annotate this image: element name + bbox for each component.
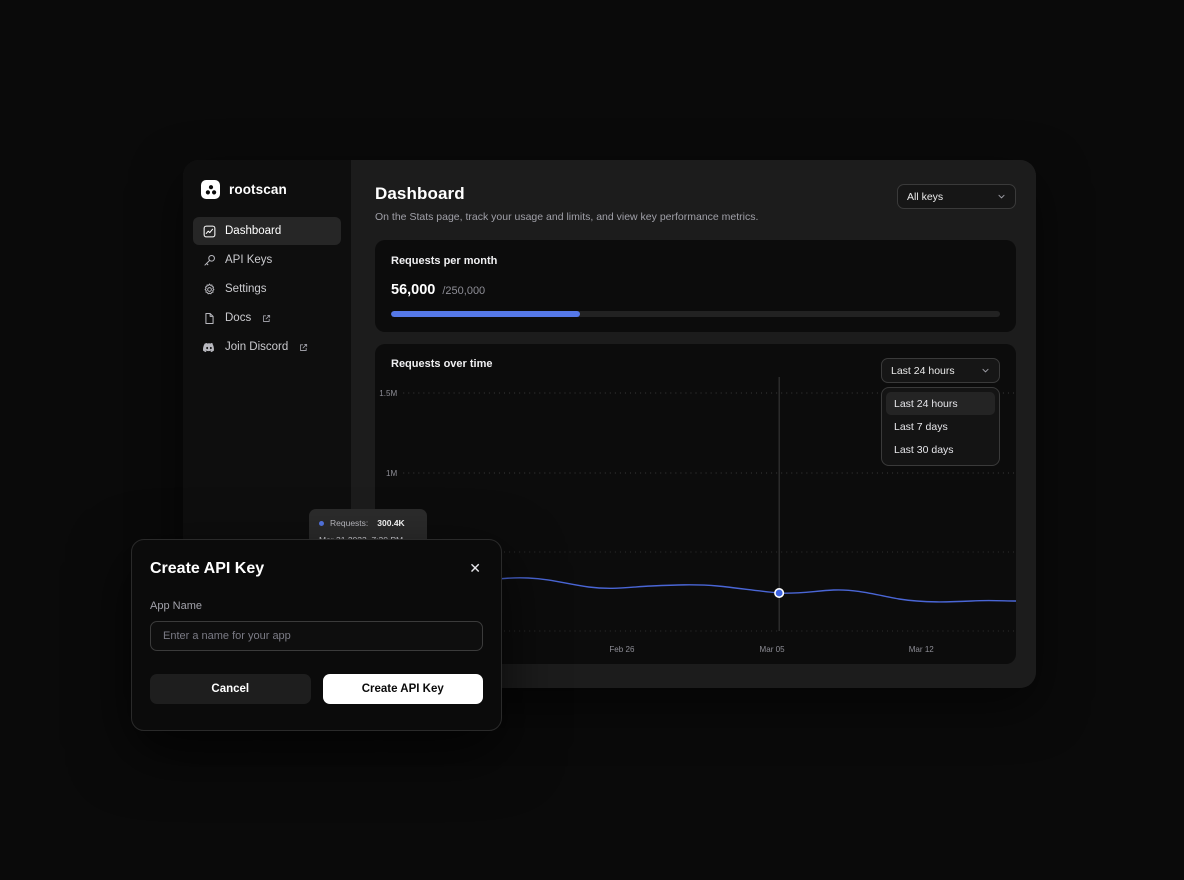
page-header-text: Dashboard On the Stats page, track your … (375, 184, 758, 223)
sidebar-item-label: Docs (225, 312, 252, 324)
page-title: Dashboard (375, 184, 465, 203)
sidebar-item-label: Dashboard (225, 225, 282, 237)
modal-header: Create API Key ✕ (150, 560, 483, 578)
chart-tooltip-series-label: Requests: (330, 518, 369, 528)
brand-name: rootscan (229, 182, 287, 197)
create-api-key-button[interactable]: Create API Key (322, 674, 483, 704)
usage-row: 56,000 /250,000 (391, 282, 1000, 298)
app-name-input[interactable] (150, 621, 483, 651)
dropdown-option-label: Last 24 hours (894, 397, 958, 410)
dropdown-option-last-7-days[interactable]: Last 7 days (886, 415, 995, 438)
external-link-icon (262, 314, 271, 323)
card-title: Requests over time (391, 358, 493, 370)
chart-line-icon (202, 224, 216, 238)
dropdown-option-last-24-hours[interactable]: Last 24 hours (886, 392, 995, 415)
time-range-dropdown-menu: Last 24 hours Last 7 days Last 30 days (881, 387, 1000, 466)
screen: rootscan Dashboard API Keys Settings Doc… (0, 0, 1184, 880)
chevron-down-icon (981, 366, 990, 375)
page-subtitle: On the Stats page, track your usage and … (375, 211, 759, 223)
create-api-key-modal: Create API Key ✕ App Name Cancel Create … (131, 539, 502, 731)
keys-filter-value: All keys (907, 190, 944, 203)
sidebar-item-docs[interactable]: Docs (193, 304, 341, 332)
svg-text:1.5M: 1.5M (379, 389, 397, 398)
time-range-value: Last 24 hours (891, 364, 955, 377)
requests-per-month-card: Requests per month 56,000 /250,000 (375, 240, 1016, 332)
key-icon (202, 253, 216, 267)
close-icon[interactable]: ✕ (467, 560, 483, 576)
svg-text:1M: 1M (386, 469, 398, 478)
svg-text:Feb 26: Feb 26 (609, 645, 635, 654)
discord-icon (202, 340, 216, 354)
document-icon (202, 311, 216, 325)
chart-tooltip-series-value: 300.4K (377, 518, 405, 528)
card-title: Requests per month (391, 255, 498, 267)
modal-title: Create API Key (150, 560, 265, 577)
chevron-down-icon (997, 192, 1006, 201)
app-name-label: App Name (150, 600, 202, 612)
time-range-select[interactable]: Last 24 hours (881, 358, 1000, 383)
brand[interactable]: rootscan (193, 178, 341, 199)
sidebar-nav: Dashboard API Keys Settings Docs Join Di… (193, 217, 341, 361)
page-header: Dashboard On the Stats page, track your … (375, 184, 1016, 223)
series-color-dot-icon (319, 520, 324, 526)
keys-filter-select[interactable]: All keys (897, 184, 1016, 209)
sidebar-item-label: Settings (225, 283, 267, 295)
chart-active-point (774, 588, 785, 599)
usage-value: 56,000 (391, 282, 436, 298)
chart-tooltip-series-row: Requests: 300.4K (319, 518, 417, 528)
external-link-icon (299, 343, 308, 352)
svg-text:Mar 05: Mar 05 (760, 645, 786, 654)
gear-icon (202, 282, 216, 296)
usage-limit: /250,000 (442, 285, 486, 297)
sidebar-item-api-keys[interactable]: API Keys (193, 246, 341, 274)
sidebar-item-label: API Keys (225, 254, 273, 266)
svg-text:Mar 12: Mar 12 (909, 645, 935, 654)
usage-progress-fill (391, 311, 580, 317)
dropdown-option-label: Last 7 days (894, 420, 948, 433)
sidebar-item-join-discord[interactable]: Join Discord (193, 333, 341, 361)
dropdown-option-label: Last 30 days (894, 443, 954, 456)
rootscan-logo-icon (201, 180, 220, 199)
sidebar-item-label: Join Discord (225, 341, 289, 353)
usage-progress-bar (391, 311, 1000, 317)
sidebar-item-dashboard[interactable]: Dashboard (193, 217, 341, 245)
modal-actions: Cancel Create API Key (150, 674, 483, 704)
sidebar-item-settings[interactable]: Settings (193, 275, 341, 303)
dropdown-option-last-30-days[interactable]: Last 30 days (886, 438, 995, 461)
cancel-button[interactable]: Cancel (150, 674, 311, 704)
